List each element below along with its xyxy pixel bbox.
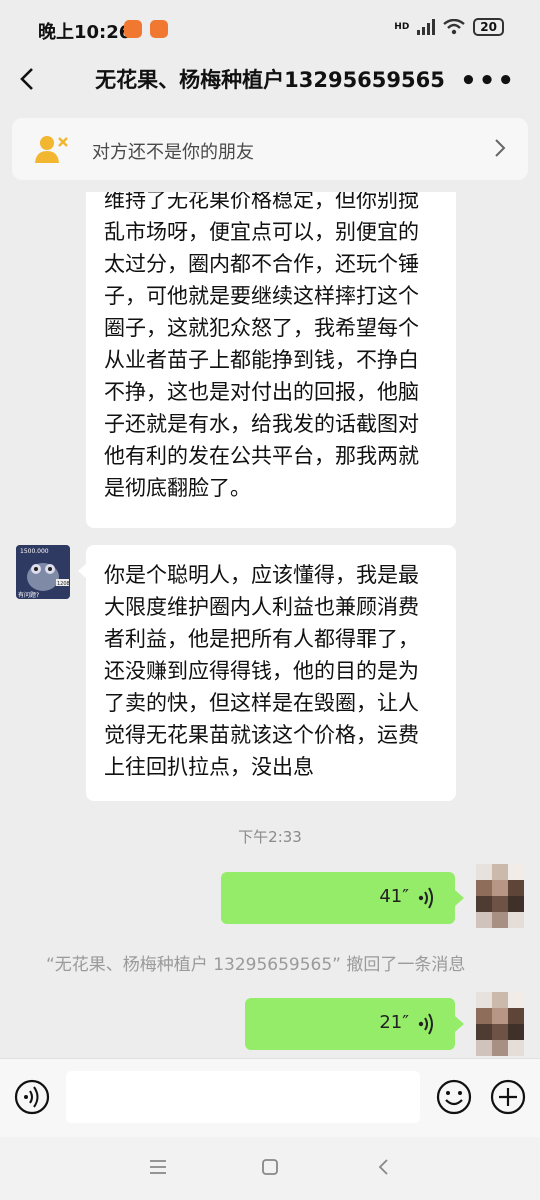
- message-line: 太过分，圈内都不合作，还玩个锤: [104, 252, 419, 276]
- voice-input-icon[interactable]: [14, 1079, 50, 1115]
- avatar-image: 1500.000 1208 有问题?: [16, 545, 70, 599]
- home-icon[interactable]: [260, 1157, 280, 1177]
- message-line: 了卖的快，但这样是在毁圈，让人: [104, 691, 419, 715]
- message-line: 觉得无花果苗就该这个价格，运费: [104, 723, 419, 747]
- chat-header: 无花果、杨梅种植户13295659565 •••: [0, 52, 540, 106]
- status-bar: 晚上10:26 HD 20: [0, 0, 540, 60]
- my-avatar-2[interactable]: [476, 992, 524, 1056]
- message-line: 他有利的发在公共平台，那我两就: [104, 444, 419, 468]
- voice-wave-icon: [418, 1013, 433, 1035]
- recall-notice: “无花果、杨梅种植户 13295659565” 撤回了一条消息: [46, 955, 466, 975]
- message-bubble-2[interactable]: 你是个聪明人，应该懂得，我是最 大限度维护圈内人利益也兼顾消费 者利益，他是把所有人…: [78, 545, 456, 801]
- chevron-right-icon: [495, 139, 506, 157]
- message-line: 乱市场呀，便宜点可以，别便宜的: [104, 220, 419, 244]
- svg-text:1500.000: 1500.000: [20, 548, 49, 555]
- emoji-icon[interactable]: [436, 1079, 472, 1115]
- hd-label: HD: [394, 22, 410, 32]
- message-input[interactable]: [66, 1071, 420, 1123]
- app-notification-icon: [124, 20, 142, 38]
- system-nav-bar: [0, 1137, 540, 1200]
- voice-message-1[interactable]: 41″: [221, 872, 464, 924]
- status-time: 晚上10:26: [38, 22, 132, 43]
- plus-icon[interactable]: [490, 1079, 526, 1115]
- app-notification-icon-2: [150, 20, 168, 38]
- voice-wave-icon: [418, 887, 433, 909]
- wifi-icon: [443, 19, 466, 35]
- voice-duration: 41″: [379, 886, 409, 907]
- not-friend-notice[interactable]: 对方还不是你的朋友: [12, 118, 528, 180]
- signal-icon: [417, 19, 436, 35]
- add-friend-icon: [35, 136, 68, 163]
- message-bubble-1[interactable]: 维持了无花果价格稳定，但你别搅乱市场呀，便宜点可以，别便宜的 太过分，圈内都不合作…: [86, 192, 456, 528]
- message-line: 大限度维护圈内人利益也兼顾消费: [104, 595, 419, 619]
- avatar-image: [476, 992, 524, 1056]
- contact-avatar[interactable]: 1500.000 1208 有问题?: [16, 545, 70, 599]
- message-line: 不挣，这也是对付出的回报，他脑: [104, 380, 419, 404]
- chat-title: 无花果、杨梅种植户13295659565: [95, 68, 445, 92]
- avatar-image: [476, 864, 524, 928]
- svg-text:有问题?: 有问题?: [18, 591, 39, 599]
- back-icon[interactable]: [14, 64, 44, 94]
- menu-icon[interactable]: [148, 1157, 168, 1177]
- message-line: 是彻底翻脸了。: [104, 476, 251, 500]
- input-bar: [0, 1058, 540, 1137]
- message-line: 维持了无花果价格稳定，但你别搅: [104, 192, 419, 212]
- message-line: 从业者苗子上都能挣到钱，不挣白: [104, 348, 419, 372]
- message-line: 还没赚到应得得钱，他的目的是为: [104, 659, 419, 683]
- voice-message-2[interactable]: 21″: [245, 998, 464, 1050]
- svg-text:1208: 1208: [57, 581, 70, 587]
- my-avatar[interactable]: [476, 864, 524, 928]
- message-line: 上往回扒拉点，没出息: [104, 755, 314, 779]
- more-options-icon[interactable]: •••: [460, 66, 516, 96]
- notice-text: 对方还不是你的朋友: [92, 142, 254, 163]
- message-line: 圈子，这就犯众怒了，我希望每个: [104, 316, 419, 340]
- message-line: 你是个聪明人，应该懂得，我是最: [104, 563, 419, 587]
- status-indicators: HD 20: [394, 18, 504, 36]
- message-line: 子还就是有水，给我发的话截图对: [104, 412, 419, 436]
- message-line: 者利益，他是把所有人都得罪了，: [104, 627, 419, 651]
- voice-duration: 21″: [379, 1012, 409, 1033]
- battery-icon: 20: [473, 18, 504, 36]
- chat-area[interactable]: 维持了无花果价格稳定，但你别搅乱市场呀，便宜点可以，别便宜的 太过分，圈内都不合作…: [0, 192, 540, 1058]
- back-nav-icon[interactable]: [374, 1157, 394, 1177]
- message-line: 子，可他就是要继续这样摔打这个: [104, 284, 419, 308]
- chat-timestamp: 下午2:33: [238, 828, 302, 846]
